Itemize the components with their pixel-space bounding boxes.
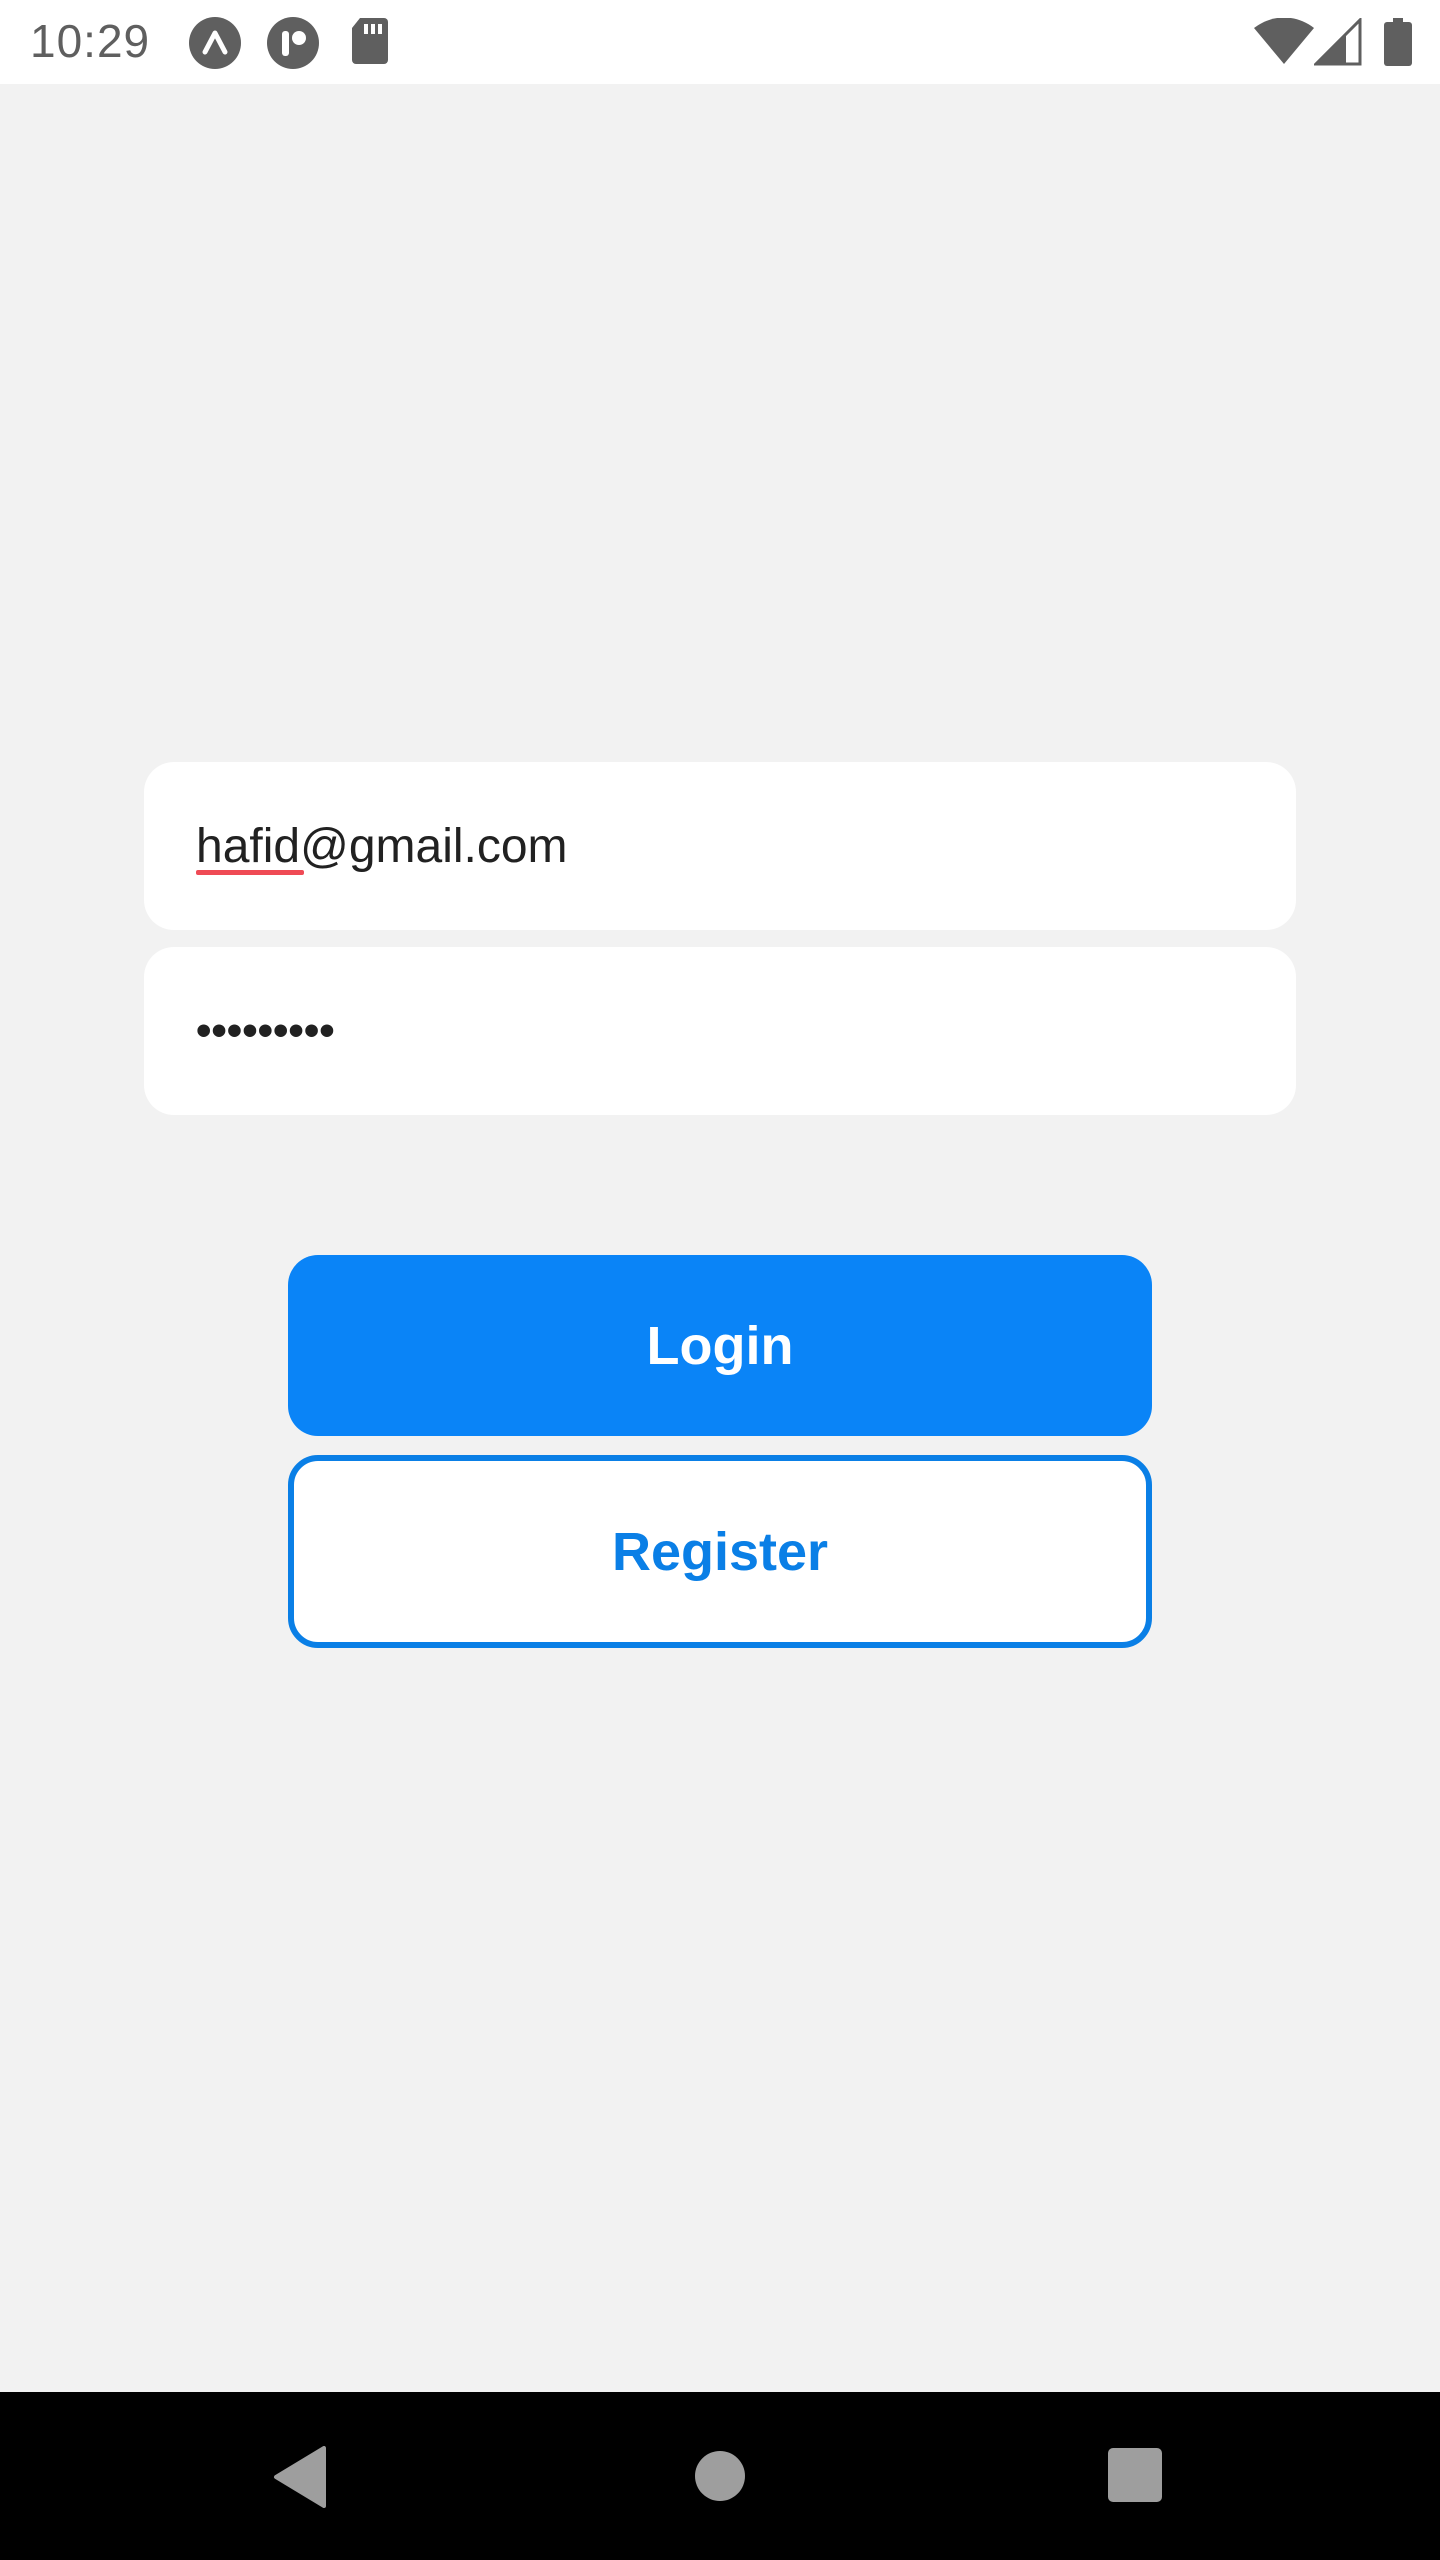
recents-icon[interactable] [1108, 2448, 1162, 2507]
status-bar: 10:29 [0, 0, 1440, 84]
navigation-bar [0, 2392, 1440, 2560]
register-button-label: Register [611, 1521, 829, 1582]
register-button[interactable]: Register [288, 1455, 1152, 1648]
wifi-icon [1254, 17, 1314, 69]
email-field[interactable]: hafid@gmail.com [144, 762, 1296, 930]
battery-icon [1384, 18, 1412, 71]
password-value: ••••••••• [196, 1006, 335, 1055]
status-time: 10:29 [30, 15, 151, 67]
login-button-label: Login [646, 1315, 794, 1376]
back-icon[interactable] [272, 2446, 328, 2513]
cell-signal-icon [1312, 16, 1362, 71]
expo-icon [188, 16, 242, 75]
notification-app-icon [266, 16, 320, 75]
home-icon[interactable] [694, 2450, 746, 2507]
spellcheck-underline [196, 870, 304, 875]
sd-card-icon [350, 16, 390, 71]
password-field[interactable]: ••••••••• [144, 947, 1296, 1115]
email-value: hafid@gmail.com [196, 819, 568, 873]
login-button[interactable]: Login [288, 1255, 1152, 1436]
